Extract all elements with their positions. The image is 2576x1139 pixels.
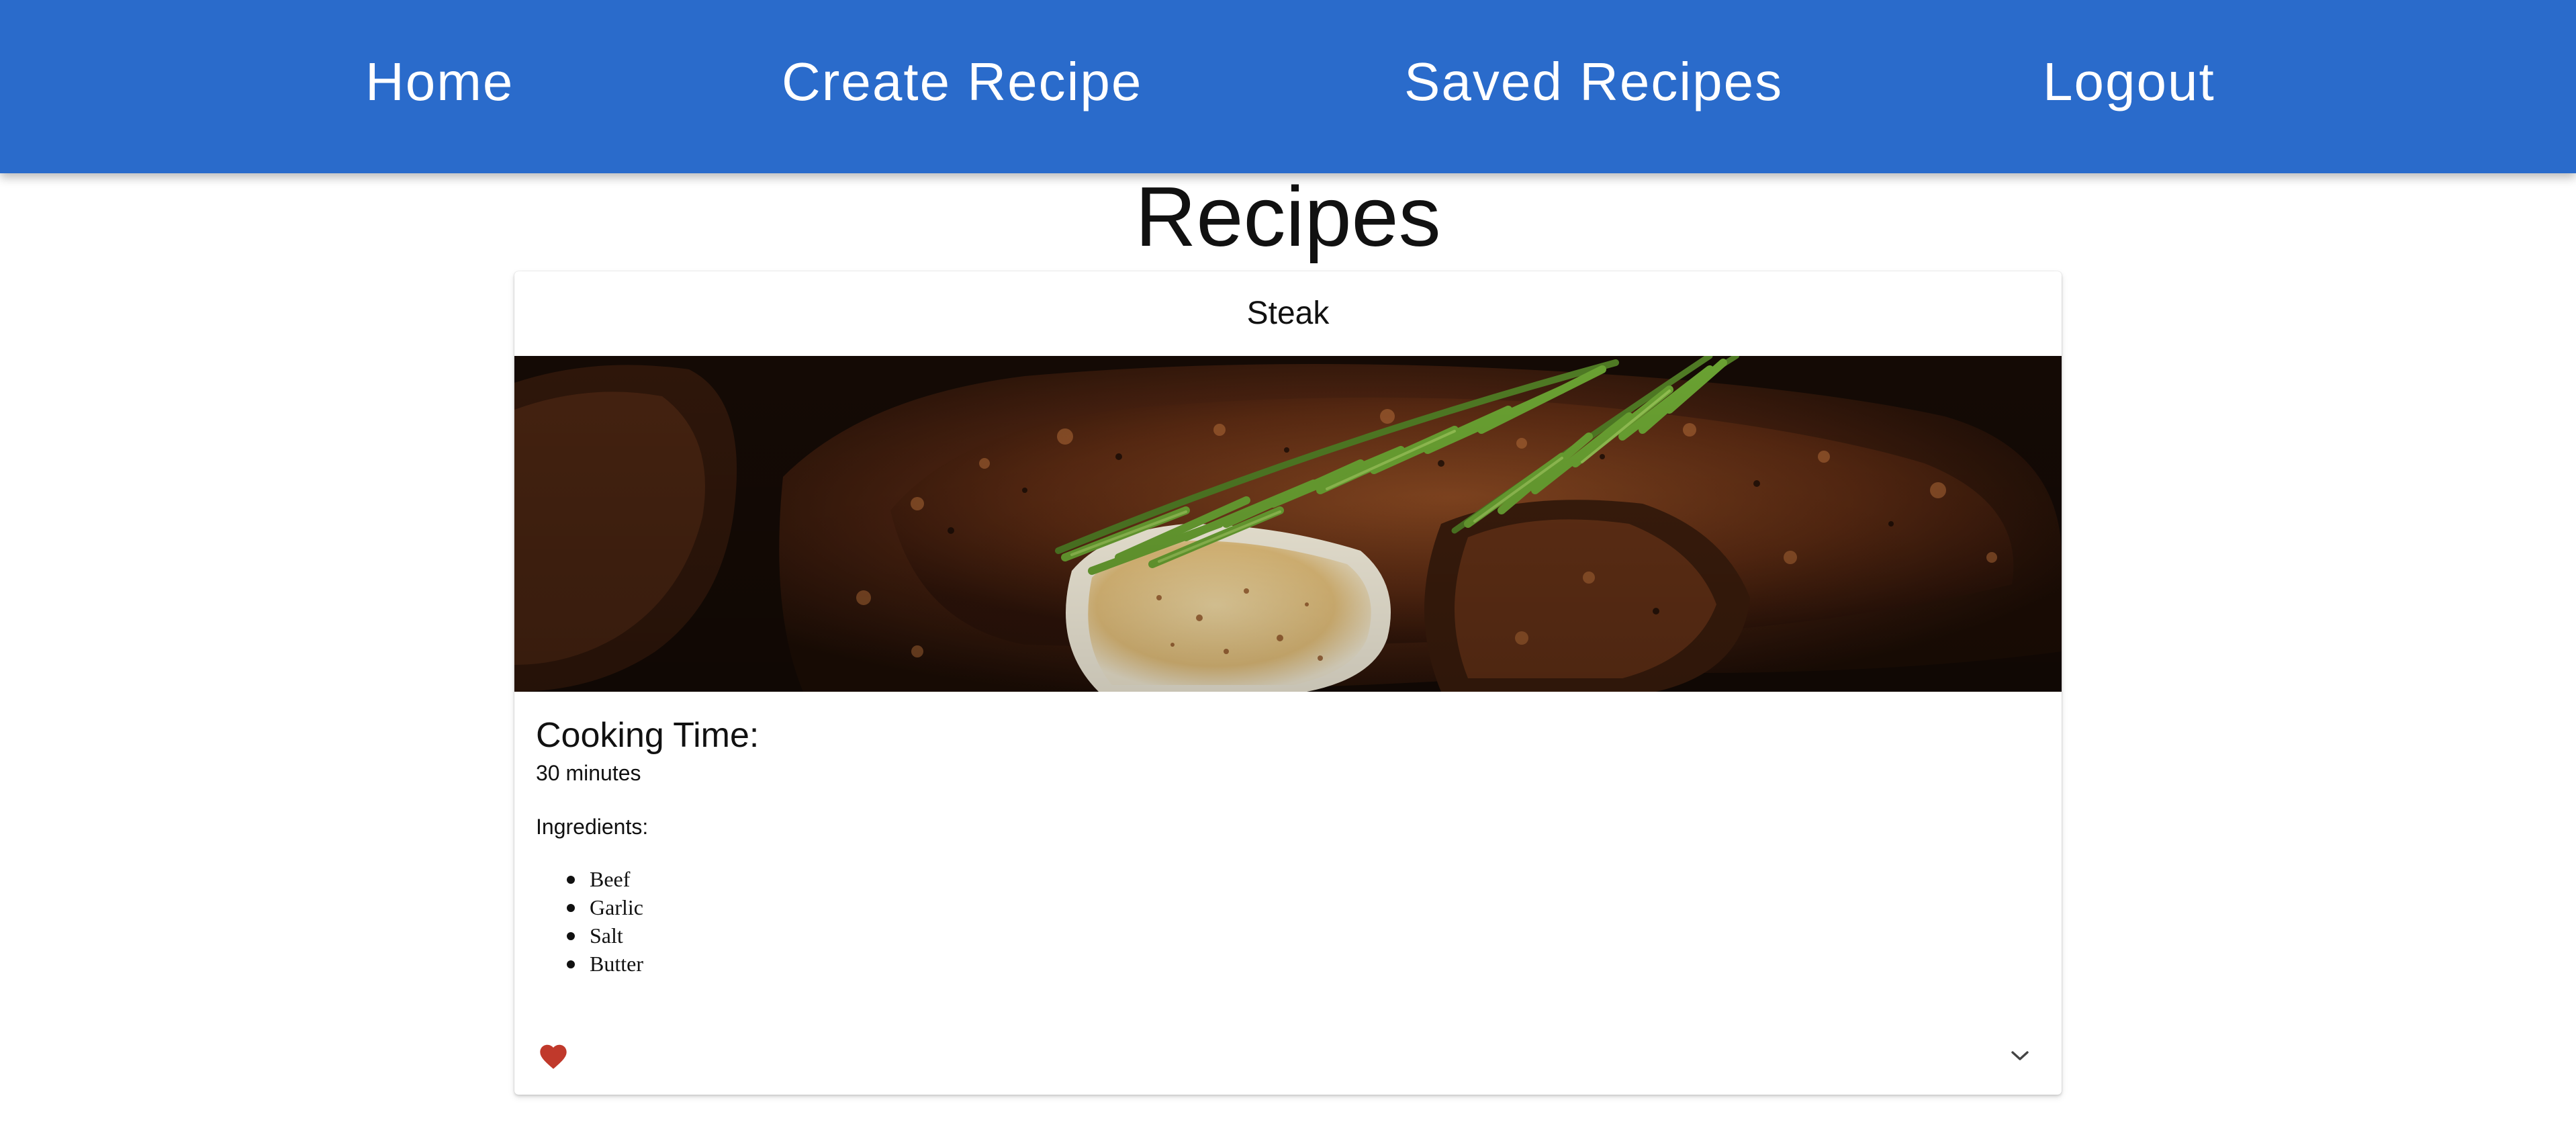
nav-saved-recipes-link[interactable]: Saved Recipes (1404, 43, 1783, 121)
favorite-button[interactable] (532, 1034, 575, 1077)
ingredient-item: Salt (567, 921, 643, 950)
expand-button[interactable] (1998, 1034, 2041, 1077)
nav-create-recipe-link[interactable]: Create Recipe (782, 43, 1142, 121)
recipe-card: Steak Cooking Time: 30 minutes Ingredien… (514, 271, 2062, 1095)
ingredients-list: Beef Garlic Salt Butter (567, 865, 643, 978)
nav-home-link[interactable]: Home (365, 43, 514, 121)
recipe-title: Steak (1246, 295, 1330, 331)
ingredient-item: Butter (567, 950, 643, 978)
ingredients-label: Ingredients: (536, 815, 649, 839)
ingredient-item: Beef (567, 865, 643, 893)
ingredient-item: Garlic (567, 893, 643, 921)
page-title: Recipes (1135, 169, 1441, 264)
nav-logout-link[interactable]: Logout (2043, 43, 2215, 121)
recipe-image (514, 356, 2062, 692)
cooking-time-heading: Cooking Time: (536, 716, 760, 755)
top-navbar: Home Create Recipe Saved Recipes Logout (0, 0, 2576, 173)
chevron-down-icon (2011, 1051, 2029, 1060)
heart-icon (540, 1044, 567, 1069)
cooking-time-value: 30 minutes (536, 761, 641, 785)
